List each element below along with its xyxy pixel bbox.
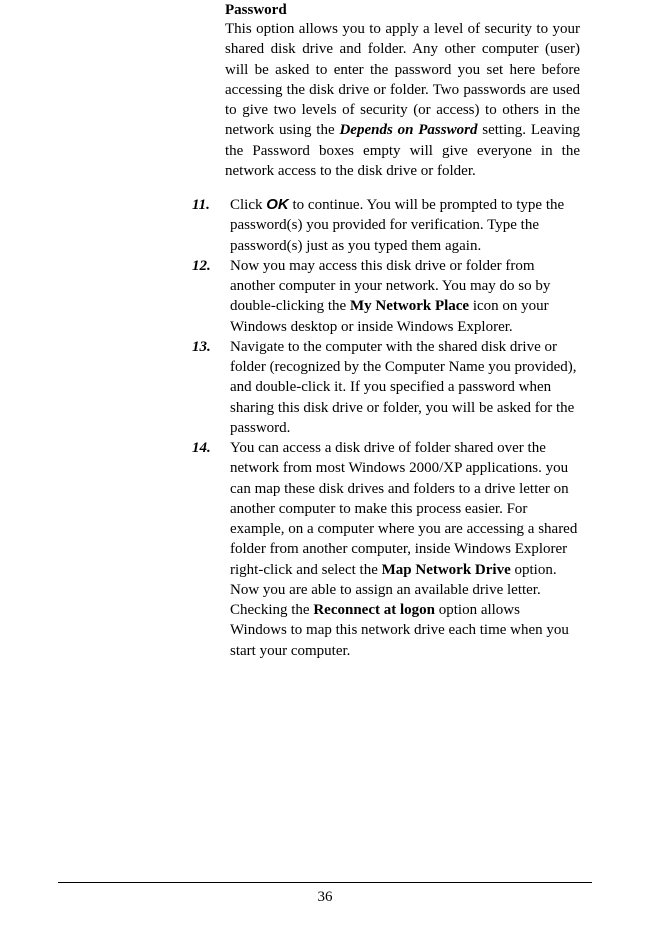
step-number: 14.	[190, 438, 230, 661]
step-body: Now you may access this disk drive or fo…	[230, 256, 580, 337]
step-11: 11. Click OK to continue. You will be pr…	[190, 195, 580, 256]
depends-on-password-emph: Depends on Password	[339, 122, 477, 138]
page-number: 36	[0, 889, 650, 906]
text: Click	[230, 197, 266, 213]
section-paragraph: This option allows you to apply a level …	[225, 19, 580, 181]
step-number: 11.	[190, 195, 230, 256]
ok-label: OK	[266, 196, 289, 213]
step-number: 12.	[190, 256, 230, 337]
footer-rule	[58, 882, 592, 883]
step-body: You can access a disk drive of folder sh…	[230, 438, 580, 661]
my-network-place-bold: My Network Place	[350, 298, 469, 314]
step-13: 13. Navigate to the computer with the sh…	[190, 337, 580, 438]
section-heading: Password	[225, 2, 580, 19]
step-14: 14. You can access a disk drive of folde…	[190, 438, 580, 661]
password-section: Password This option allows you to apply…	[225, 2, 580, 181]
step-body: Click OK to continue. You will be prompt…	[230, 195, 580, 256]
reconnect-at-logon-bold: Reconnect at logon	[313, 602, 435, 618]
text: You can access a disk drive of folder sh…	[230, 440, 577, 578]
page-body: Password This option allows you to apply…	[0, 2, 650, 661]
step-number: 13.	[190, 337, 230, 438]
text: Navigate to the computer with the shared…	[230, 339, 577, 436]
steps-list: 11. Click OK to continue. You will be pr…	[190, 195, 580, 661]
step-12: 12. Now you may access this disk drive o…	[190, 256, 580, 337]
map-network-drive-bold: Map Network Drive	[382, 562, 511, 578]
step-body: Navigate to the computer with the shared…	[230, 337, 580, 438]
para-pre: This option allows you to apply a level …	[225, 21, 580, 138]
page-footer: 36	[0, 882, 650, 906]
